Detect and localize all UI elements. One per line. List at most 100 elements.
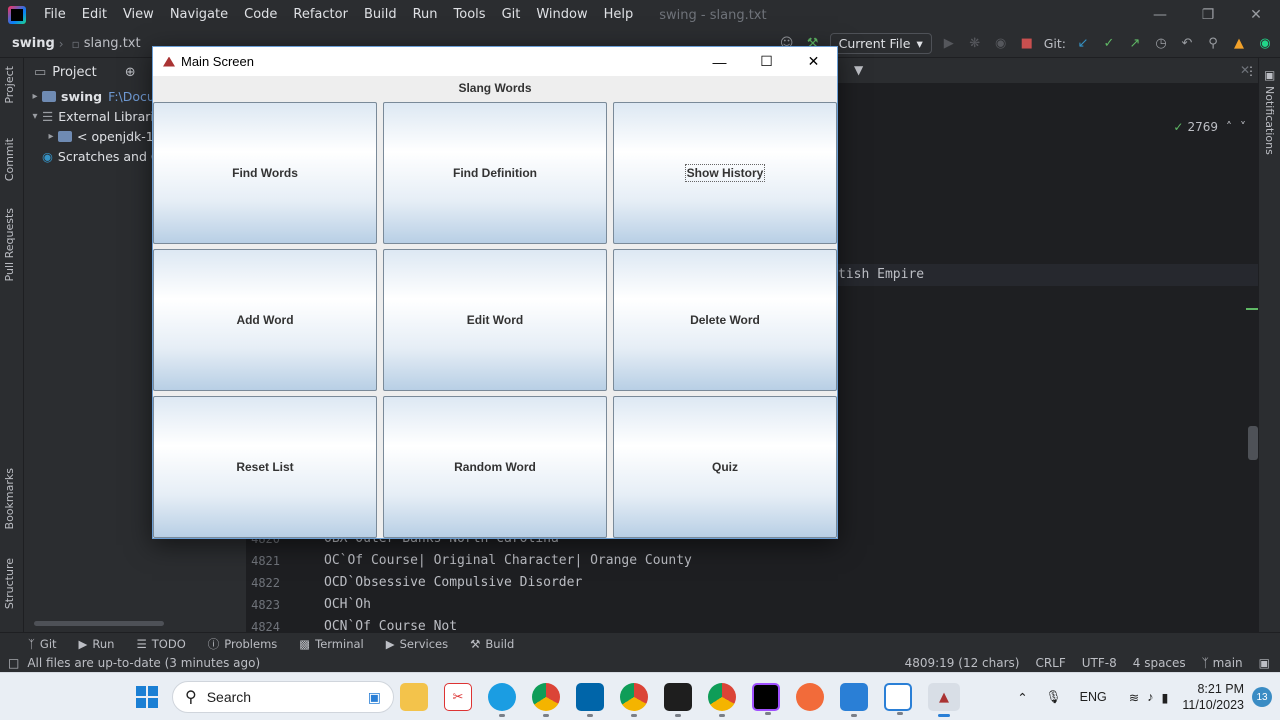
chevron-down-icon[interactable]: ˅	[1240, 120, 1246, 134]
menu-build[interactable]: Build	[356, 0, 405, 30]
inspection-widget[interactable]: ✓ 2769 ˄ ˅	[1173, 120, 1246, 134]
edit-word-button[interactable]: Edit Word	[383, 249, 607, 391]
battery-icon[interactable]: ▮	[1161, 690, 1168, 705]
menu-refactor[interactable]: Refactor	[285, 0, 356, 30]
stop-icon[interactable]: ■	[1018, 35, 1036, 53]
find-words-button[interactable]: Find Words	[153, 102, 377, 244]
tool-tab-todo[interactable]: ☰ TODO	[136, 637, 185, 651]
git-commit-icon[interactable]: ✓	[1100, 35, 1118, 53]
indent-setting[interactable]: 4 spaces	[1133, 656, 1186, 670]
vscode-icon[interactable]	[576, 683, 604, 717]
filter-icon[interactable]: ▼	[854, 63, 863, 77]
status-message[interactable]: All files are up-to-date (3 minutes ago)	[27, 656, 260, 670]
menu-tools[interactable]: Tools	[446, 0, 494, 30]
chrome-profile-icon[interactable]	[620, 683, 648, 717]
menu-file[interactable]: File	[36, 0, 74, 30]
run-icon[interactable]: ▶	[940, 35, 958, 53]
taskbar-search[interactable]: ⚲ Search ▣	[172, 681, 394, 713]
menu-git[interactable]: Git	[494, 0, 529, 30]
whiteboard-icon[interactable]	[884, 683, 912, 715]
tool-tab-project[interactable]: Project	[3, 66, 16, 104]
update-available-icon[interactable]: ▲	[1230, 35, 1248, 53]
chrome-secondary-icon[interactable]	[708, 683, 736, 717]
file-encoding[interactable]: UTF-8	[1082, 656, 1117, 670]
chrome-icon[interactable]	[532, 683, 560, 717]
random-word-button[interactable]: Random Word	[383, 396, 607, 538]
history-icon[interactable]: ◷	[1152, 35, 1170, 53]
add-word-button[interactable]: Add Word	[153, 249, 377, 391]
maximize-icon[interactable]: ☐	[743, 47, 790, 76]
delete-word-button[interactable]: Delete Word	[613, 249, 837, 391]
git-push-icon[interactable]: ↗	[1126, 35, 1144, 53]
minimize-icon[interactable]: —	[696, 47, 743, 76]
horizontal-scrollbar[interactable]	[34, 621, 164, 626]
more-options-icon[interactable]: ⋮	[1245, 64, 1257, 78]
git-branch[interactable]: ᛉ main	[1202, 656, 1243, 670]
vertical-scrollbar[interactable]	[1248, 426, 1258, 460]
tool-tab-bookmarks[interactable]: Bookmarks	[3, 468, 16, 529]
close-icon[interactable]: ✕	[790, 47, 837, 76]
clock[interactable]: 8:21 PM 11/10/2023	[1182, 681, 1244, 713]
coverage-icon[interactable]: ◉	[992, 35, 1010, 53]
chevron-up-icon[interactable]: ⌃	[1017, 690, 1027, 705]
search-icon[interactable]: ⚲	[1204, 35, 1222, 53]
notepad-icon[interactable]	[840, 683, 868, 717]
tool-tab-services[interactable]: ▶ Services	[386, 637, 448, 651]
project-panel-title[interactable]: Project	[52, 65, 96, 80]
breadcrumb-file[interactable]: slang.txt	[84, 36, 141, 51]
chevron-right-icon[interactable]: ▸	[28, 91, 42, 102]
locate-icon[interactable]: ⊕	[125, 65, 136, 80]
run-configuration-dropdown[interactable]: Current File ▾	[829, 33, 932, 54]
menu-run[interactable]: Run	[405, 0, 446, 30]
menu-navigate[interactable]: Navigate	[162, 0, 236, 30]
tool-tab-structure[interactable]: Structure	[3, 558, 16, 609]
intellij-idea-icon[interactable]	[752, 683, 780, 715]
microphone-icon[interactable]: 🎙	[1046, 690, 1062, 705]
debug-icon[interactable]: ❋	[966, 35, 984, 53]
git-update-icon[interactable]: ↙	[1074, 35, 1092, 53]
menu-view[interactable]: View	[115, 0, 162, 30]
menu-code[interactable]: Code	[236, 0, 285, 30]
tool-tab-git[interactable]: ᛉ Git	[28, 637, 57, 651]
chevron-down-icon[interactable]: ▾	[28, 111, 42, 122]
wifi-icon[interactable]: ≋	[1129, 690, 1139, 705]
tool-tab-terminal[interactable]: ▩ Terminal	[299, 637, 363, 651]
menu-help[interactable]: Help	[596, 0, 642, 30]
language-indicator[interactable]: ENG	[1080, 690, 1107, 704]
intellij-logo-icon[interactable]	[8, 6, 26, 24]
tool-tab-problems[interactable]: ⓘ Problems	[208, 636, 278, 652]
breadcrumb-project[interactable]: swing	[12, 36, 55, 51]
show-history-button[interactable]: Show History	[613, 102, 837, 244]
tool-tab-notifications[interactable]: Notifications	[1263, 86, 1276, 155]
close-icon[interactable]: ✕	[1232, 0, 1280, 30]
volume-icon[interactable]: ♪	[1147, 690, 1153, 704]
status-square-icon[interactable]: □	[8, 656, 19, 670]
find-definition-button[interactable]: Find Definition	[383, 102, 607, 244]
notifications-icon[interactable]: ▣	[1264, 68, 1275, 82]
file-explorer-icon[interactable]	[400, 683, 428, 711]
rollback-icon[interactable]: ↶	[1178, 35, 1196, 53]
lock-icon[interactable]: ▣	[1259, 656, 1270, 670]
tool-tab-commit[interactable]: Commit	[3, 138, 16, 181]
quiz-button[interactable]: Quiz	[613, 396, 837, 538]
tool-tab-pull-requests[interactable]: Pull Requests	[3, 208, 16, 281]
restore-icon[interactable]: ❐	[1184, 0, 1232, 30]
chevron-right-icon[interactable]: ▸	[44, 131, 58, 142]
snipping-tool-icon[interactable]: ✂	[444, 683, 472, 711]
settings-icon[interactable]: ◉	[1256, 35, 1274, 53]
terminal-icon[interactable]	[664, 683, 692, 717]
tool-tab-build[interactable]: ⚒ Build	[470, 637, 514, 651]
postman-icon[interactable]	[796, 683, 824, 711]
menu-window[interactable]: Window	[528, 0, 595, 30]
tool-tab-run[interactable]: ▶ Run	[79, 637, 115, 651]
java-app-icon[interactable]: ▲	[928, 683, 960, 717]
menu-edit[interactable]: Edit	[74, 0, 115, 30]
reset-list-button[interactable]: Reset List	[153, 396, 377, 538]
line-separator[interactable]: CRLF	[1035, 656, 1065, 670]
caret-position[interactable]: 4809:19 (12 chars)	[905, 656, 1020, 670]
edge-browser-icon[interactable]	[488, 683, 516, 717]
chevron-up-icon[interactable]: ˄	[1226, 120, 1232, 134]
window-titlebar[interactable]: Main Screen — ☐ ✕	[153, 47, 837, 76]
start-button[interactable]	[133, 683, 161, 711]
minimize-icon[interactable]: —	[1136, 0, 1184, 30]
